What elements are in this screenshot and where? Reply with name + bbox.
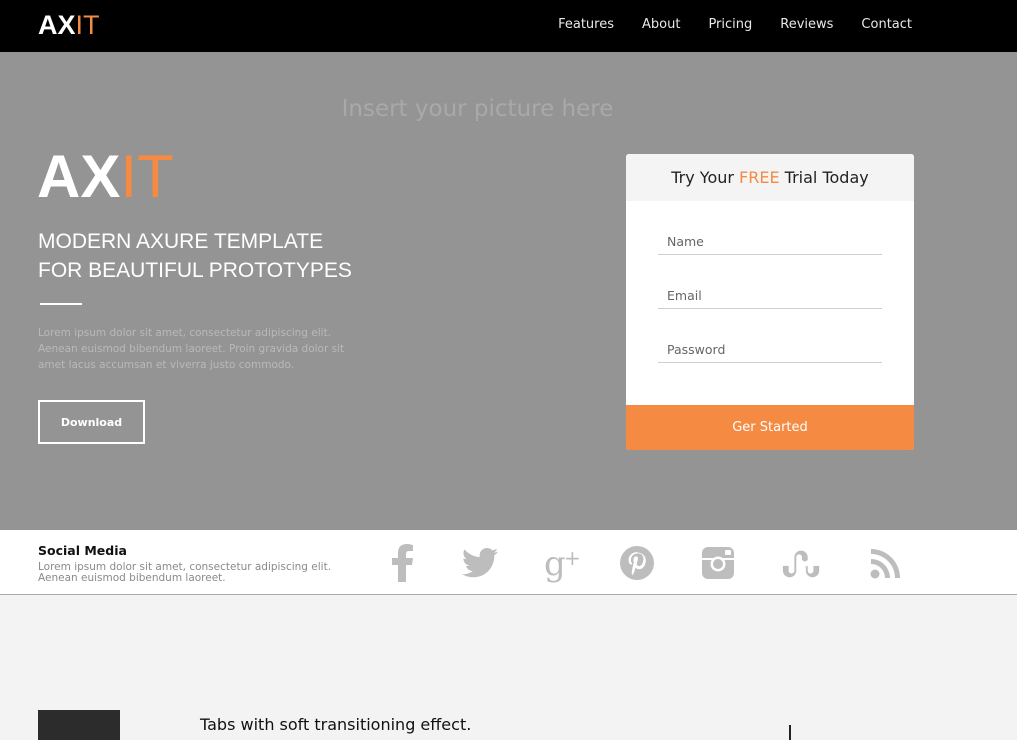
twitter-icon[interactable]: [459, 542, 501, 584]
trial-card-heading: Try Your FREE Trial Today: [626, 154, 914, 201]
nav-item-reviews[interactable]: Reviews: [780, 17, 833, 32]
hero-description: Lorem ipsum dolor sit amet, consectetur …: [38, 327, 345, 371]
hero-logo: AXIT: [37, 147, 174, 207]
hero-title-line2: FOR BEAUTIFUL PROTOTYPES: [38, 259, 352, 282]
name-field[interactable]: Name: [658, 230, 882, 255]
rss-icon[interactable]: [865, 542, 907, 584]
hero-divider: [40, 303, 82, 305]
feature-thumbnail: [38, 710, 120, 740]
top-navbar: AXIT Features About Pricing Reviews Cont…: [0, 0, 1017, 52]
nav-item-features[interactable]: Features: [558, 17, 614, 32]
tabs-section-title: Tabs with soft transitioning effect.: [200, 715, 472, 734]
brand-logo[interactable]: AXIT: [38, 10, 100, 41]
facebook-icon[interactable]: [382, 542, 424, 584]
download-button[interactable]: Download: [38, 400, 145, 444]
vertical-divider: [789, 725, 791, 740]
social-media-strip: Social Media Lorem ipsum dolor sit amet,…: [0, 530, 1017, 595]
google-plus-icon[interactable]: g +: [543, 542, 585, 584]
hero-image-placeholder: Insert your picture here: [341, 96, 614, 122]
hero-logo-it: IT: [120, 143, 174, 210]
social-description: Lorem ipsum dolor sit amet, consectetur …: [38, 561, 332, 584]
trial-signup-card: Try Your FREE Trial Today Name Email Pas…: [626, 154, 914, 450]
hero-logo-ax: AX: [37, 143, 121, 210]
nav-menu: Features About Pricing Reviews Contact: [530, 17, 912, 32]
brand-ax: AX: [38, 10, 76, 40]
instagram-icon[interactable]: [697, 542, 739, 584]
pinterest-icon[interactable]: [616, 542, 658, 584]
hero-section: Insert your picture here AXIT MODERN AXU…: [0, 52, 1017, 530]
svg-text:g: g: [544, 544, 566, 583]
trial-heading-post: Trial Today: [779, 168, 869, 187]
trial-heading-free: FREE: [739, 168, 780, 187]
hero-title-line1: MODERN AXURE TEMPLATE: [38, 230, 324, 253]
nav-item-about[interactable]: About: [642, 17, 680, 32]
brand-it: IT: [75, 10, 100, 40]
stumbleupon-icon[interactable]: [781, 542, 823, 584]
hero-title: MODERN AXURE TEMPLATE FOR BEAUTIFUL PROT…: [38, 227, 352, 285]
nav-item-contact[interactable]: Contact: [861, 17, 912, 32]
social-title: Social Media: [38, 543, 127, 558]
svg-text:+: +: [564, 546, 581, 570]
nav-item-pricing[interactable]: Pricing: [708, 17, 752, 32]
password-field[interactable]: Password: [658, 338, 882, 363]
trial-heading-pre: Try Your: [671, 168, 740, 187]
get-started-button[interactable]: Ger Started: [626, 405, 914, 450]
email-field[interactable]: Email: [658, 284, 882, 309]
